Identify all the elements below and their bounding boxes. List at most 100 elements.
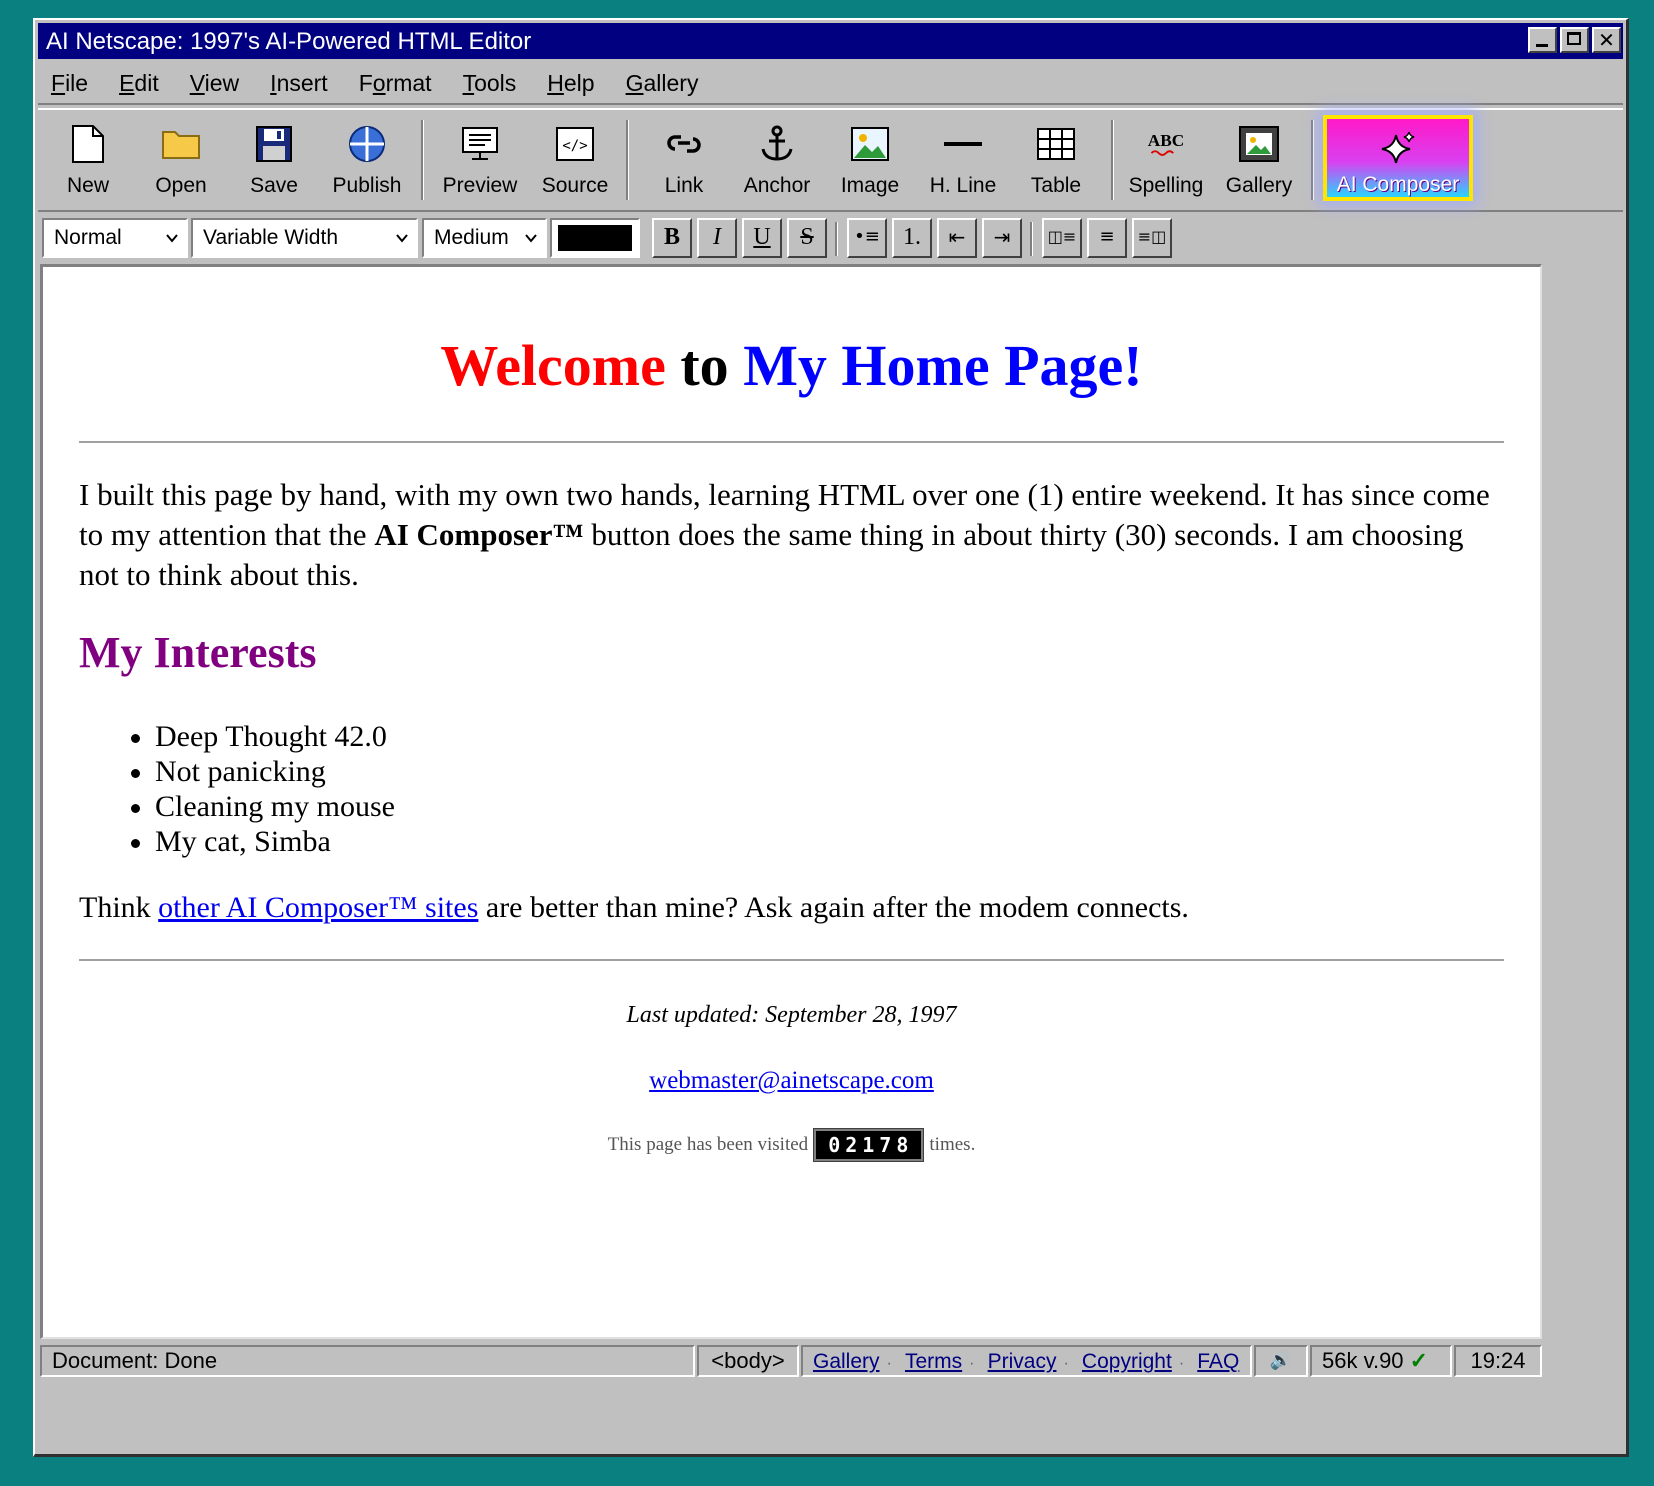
tag-indicator[interactable]: <body> <box>697 1345 799 1377</box>
title-bar[interactable]: AI Netscape: 1997's AI-Powered HTML Edit… <box>38 23 1623 59</box>
visits-after: times. <box>929 1134 976 1155</box>
clock: 19:24 <box>1454 1345 1542 1377</box>
spelling-button[interactable]: ABC Spelling <box>1121 116 1211 202</box>
formatting-toolbar: Normal Variable Width Medium B I U S •≡ … <box>38 212 1623 262</box>
list-item: My cat, Simba <box>131 824 395 859</box>
toolbar-separator <box>1111 120 1114 200</box>
heading-my-home-page: My Home Page! <box>743 333 1143 398</box>
italic-button[interactable]: I <box>697 218 737 258</box>
menu-tools[interactable]: Tools <box>463 70 517 97</box>
align-right-button[interactable]: ≡◫ <box>1132 218 1172 258</box>
close-button[interactable]: ✕ <box>1592 27 1621 53</box>
preview-button[interactable]: Preview <box>435 116 525 202</box>
anchor-label: Anchor <box>743 174 811 197</box>
new-document-icon <box>68 124 108 164</box>
new-button[interactable]: New <box>43 116 133 202</box>
horizontal-rule <box>79 959 1504 961</box>
window-title: AI Netscape: 1997's AI-Powered HTML Edit… <box>46 28 532 55</box>
document-status: Document: Done <box>40 1345 695 1377</box>
privacy-link[interactable]: Privacy <box>988 1350 1057 1373</box>
horizontal-line-icon <box>943 124 983 164</box>
horizontal-rule <box>79 441 1504 443</box>
align-left-button[interactable]: ◫≡ <box>1042 218 1082 258</box>
window-controls: ✕ <box>1528 27 1621 53</box>
status-bar: Document: Done <body> Gallery · Terms · Pr… <box>38 1342 1623 1380</box>
menu-bar: File Edit View Insert Format Tools Help … <box>38 63 1623 105</box>
ai-composer-button[interactable]: AI Composer <box>1323 115 1473 201</box>
minimize-button[interactable] <box>1528 27 1557 53</box>
maximize-button[interactable] <box>1560 27 1589 53</box>
menu-format[interactable]: Format <box>359 70 432 97</box>
menu-insert[interactable]: Insert <box>270 70 328 97</box>
bulleted-list-button[interactable]: •≡ <box>847 218 887 258</box>
link-label: Link <box>664 174 704 197</box>
svg-text:ABC: ABC <box>1148 131 1184 150</box>
source-label: Source <box>541 174 609 197</box>
numbered-list-button[interactable]: 1. <box>892 218 932 258</box>
chevron-down-icon <box>396 234 408 243</box>
chevron-down-icon <box>166 234 178 243</box>
open-button[interactable]: Open <box>136 116 226 202</box>
font-size-value: Medium <box>434 226 509 249</box>
menu-view[interactable]: View <box>190 70 239 97</box>
table-label: Table <box>1030 174 1082 197</box>
menu-edit[interactable]: Edit <box>119 70 159 97</box>
visits-before: This page has been visited <box>607 1134 809 1155</box>
globe-icon <box>347 124 387 164</box>
table-button[interactable]: Table <box>1011 116 1101 202</box>
font-select[interactable]: Variable Width <box>191 218 418 258</box>
format-separator <box>835 222 838 256</box>
chain-link-icon <box>664 124 704 164</box>
speaker-icon[interactable]: 🔊 <box>1254 1345 1308 1377</box>
link-button[interactable]: Link <box>639 116 729 202</box>
source-button[interactable]: </> Source <box>530 116 620 202</box>
think-paragraph: Think other AI Composer™ sites are bette… <box>79 891 1189 924</box>
faq-link[interactable]: FAQ <box>1197 1350 1239 1373</box>
menu-gallery[interactable]: Gallery <box>626 70 699 97</box>
format-separator <box>1030 222 1033 256</box>
gallery-link[interactable]: Gallery <box>813 1350 880 1373</box>
folder-icon <box>161 124 201 164</box>
strikethrough-button[interactable]: S <box>787 218 827 258</box>
gallery-label: Gallery <box>1225 174 1293 197</box>
floppy-disk-icon <box>254 124 294 164</box>
other-sites-link[interactable]: other AI Composer™ sites <box>158 891 478 924</box>
list-item: Deep Thought 42.0 <box>131 719 395 754</box>
anchor-button[interactable]: Anchor <box>732 116 822 202</box>
terms-link[interactable]: Terms <box>905 1350 962 1373</box>
menu-help[interactable]: Help <box>547 70 594 97</box>
copyright-link[interactable]: Copyright <box>1082 1350 1172 1373</box>
editor-content-area[interactable]: Welcome to My Home Page! I built this pa… <box>40 264 1542 1339</box>
list-item: Cleaning my mouse <box>131 790 395 823</box>
image-button[interactable]: Image <box>825 116 915 202</box>
page-heading: Welcome to My Home Page! <box>43 332 1540 399</box>
font-size-select[interactable]: Medium <box>422 218 547 258</box>
underline-button[interactable]: U <box>742 218 782 258</box>
spelling-label: Spelling <box>1128 174 1204 197</box>
sparkle-icon <box>1378 129 1418 169</box>
ai-composer-label: AI Composer <box>1336 173 1460 196</box>
menu-file[interactable]: File <box>51 70 88 97</box>
horizontal-line-button[interactable]: H. Line <box>918 116 1008 202</box>
save-button[interactable]: Save <box>229 116 319 202</box>
text-color-picker[interactable] <box>550 218 640 258</box>
gallery-button[interactable]: Gallery <box>1214 116 1304 202</box>
indent-button[interactable]: ⇥ <box>982 218 1022 258</box>
paragraph-style-select[interactable]: Normal <box>42 218 188 258</box>
anchor-icon <box>757 124 797 164</box>
preview-label: Preview <box>442 174 518 197</box>
align-center-button[interactable]: ≡ <box>1087 218 1127 258</box>
bold-button[interactable]: B <box>652 218 692 258</box>
svg-text:</>: </> <box>562 138 587 154</box>
horizontal-line-label: H. Line <box>929 174 997 197</box>
last-updated: Last updated: September 28, 1997 <box>626 1002 957 1028</box>
monitor-icon <box>460 124 500 164</box>
webmaster-email-link[interactable]: webmaster@ainetscape.com <box>649 1067 934 1094</box>
interests-heading: My Interests <box>79 628 317 677</box>
publish-button[interactable]: Publish <box>322 116 412 202</box>
hit-counter: 02178 <box>813 1128 925 1162</box>
chevron-down-icon <box>525 234 537 243</box>
toolbar-separator <box>421 120 424 200</box>
outdent-button[interactable]: ⇤ <box>937 218 977 258</box>
image-label: Image <box>840 174 900 197</box>
